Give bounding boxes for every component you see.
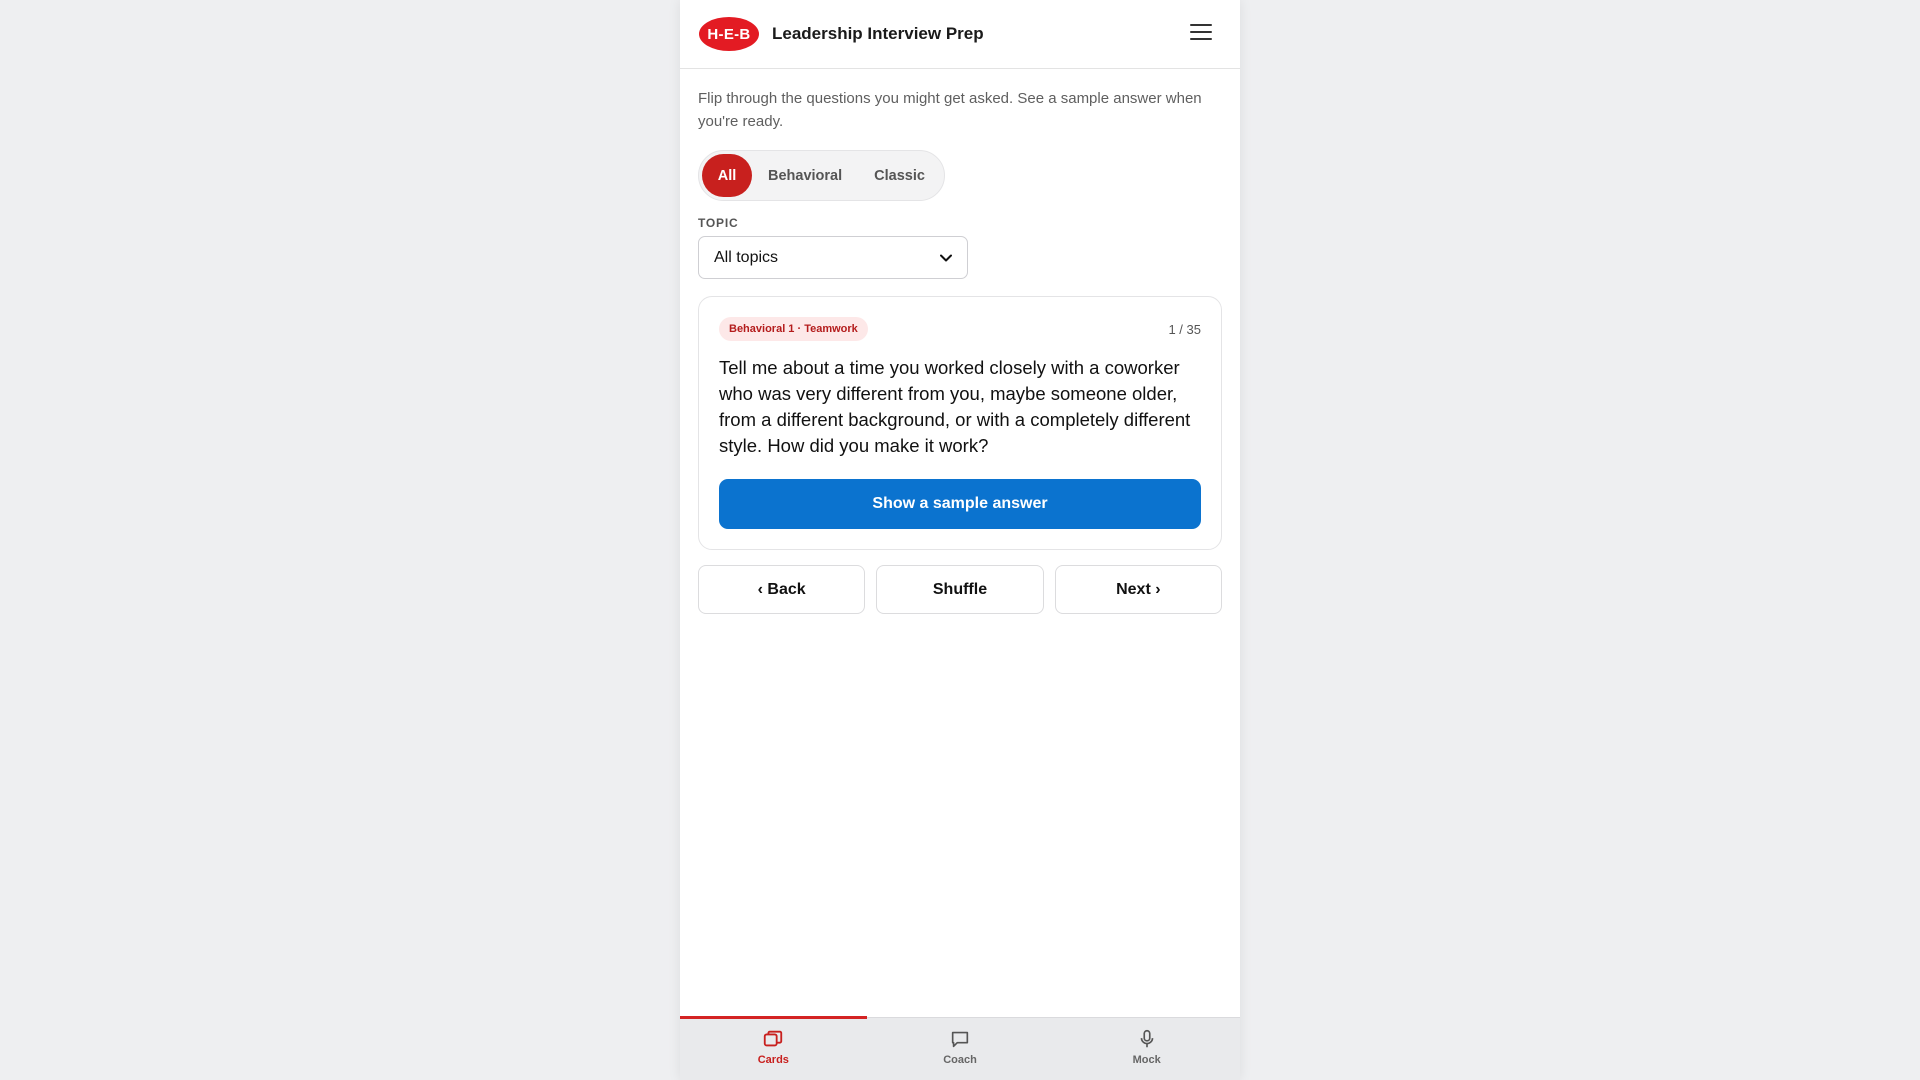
app-title: Leadership Interview Prep: [772, 24, 984, 43]
next-button[interactable]: Next ›: [1054, 565, 1222, 614]
app-header: H-E-B Leadership Interview Prep: [680, 0, 1240, 69]
cards-icon: [764, 1030, 783, 1047]
tab-cards-label: Cards: [757, 1054, 789, 1066]
filter-all[interactable]: All: [702, 154, 752, 197]
question-card: Behavioral 1 · Teamwork 1 / 35 Tell me a…: [698, 296, 1222, 550]
tab-cards[interactable]: Cards: [680, 1016, 867, 1080]
category-tag: Behavioral 1 · Teamwork: [719, 317, 868, 341]
question-type-filter: All Behavioral Classic: [698, 150, 945, 201]
chevron-down-icon: [940, 254, 952, 261]
tab-mock-label: Mock: [1132, 1054, 1161, 1066]
intro-text: Flip through the questions you might get…: [698, 90, 1202, 130]
card-navigation: ‹ Back Shuffle Next ›: [698, 565, 1222, 614]
bottom-tab-bar: Cards Coach Mock: [680, 1016, 1240, 1080]
question-text: Tell me about a time you worked closely …: [719, 357, 1191, 456]
main-content: Flip through the questions you might get…: [680, 87, 1240, 614]
tab-coach[interactable]: Coach: [867, 1018, 1054, 1080]
app-screen: H-E-B Leadership Interview Prep Flip thr…: [680, 0, 1240, 1080]
tab-coach-label: Coach: [943, 1054, 977, 1066]
show-sample-answer-button[interactable]: Show a sample answer: [719, 479, 1201, 529]
filter-classic[interactable]: Classic: [858, 154, 941, 197]
microphone-icon: [1140, 1029, 1153, 1048]
topic-select[interactable]: All topics: [698, 236, 968, 279]
tab-mock[interactable]: Mock: [1053, 1018, 1240, 1080]
filter-behavioral[interactable]: Behavioral: [752, 154, 858, 197]
back-button[interactable]: ‹ Back: [698, 565, 866, 614]
chat-bubble-icon: [951, 1031, 969, 1048]
heb-logo: H-E-B: [699, 17, 759, 51]
topic-select-value: All topics: [714, 248, 779, 266]
topic-label: TOPIC: [698, 216, 739, 230]
shuffle-button[interactable]: Shuffle: [876, 565, 1044, 614]
card-counter: 1 / 35: [1168, 321, 1201, 337]
hamburger-menu-icon[interactable]: [1190, 24, 1212, 42]
